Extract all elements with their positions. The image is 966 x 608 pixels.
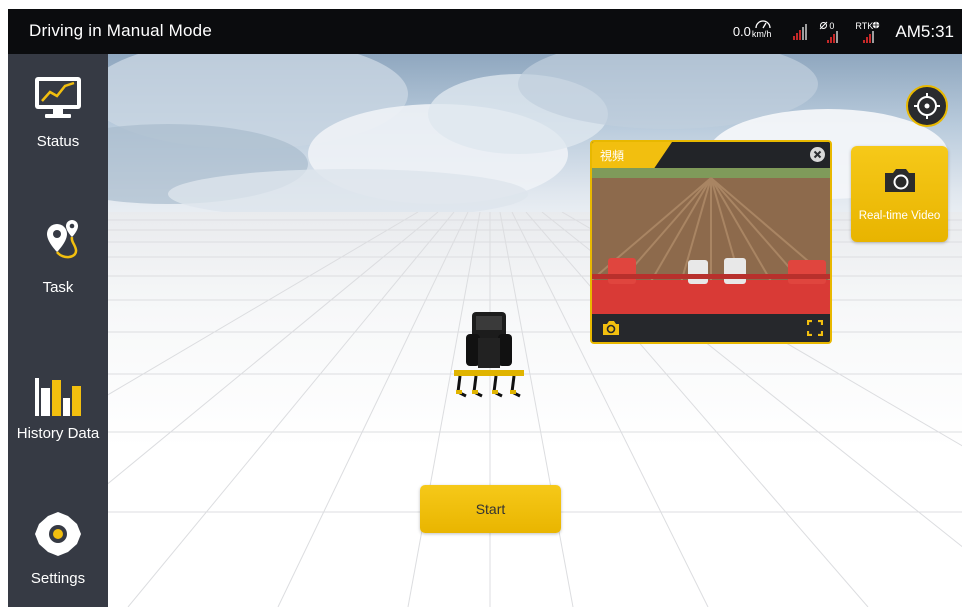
sidebar-item-status[interactable]: Status <box>8 72 108 182</box>
sidebar-item-task[interactable]: Task <box>8 216 108 326</box>
video-popup-footer <box>592 314 830 342</box>
speed-value: 0.0 <box>732 24 751 39</box>
status-bar: Driving in Manual Mode 0.0 km/h 0 RTK AM… <box>8 9 962 54</box>
realtime-video-label: Real-time Video <box>858 210 941 222</box>
video-popup: 視頻 <box>590 140 832 344</box>
rtk-signal-icon <box>863 27 875 43</box>
sidebar-item-label: Task <box>42 279 74 296</box>
video-popup-header: 視頻 <box>592 142 830 168</box>
video-feed <box>592 168 830 314</box>
tractor-model <box>454 312 524 398</box>
locate-button[interactable] <box>906 85 948 127</box>
field-video-image <box>592 168 830 314</box>
satellite-signal-icon <box>827 27 839 43</box>
sidebar-item-settings[interactable]: Settings <box>8 504 108 607</box>
satellite-indicator: 0 <box>819 19 843 45</box>
app-window: Driving in Manual Mode 0.0 km/h 0 RTK AM… <box>8 9 962 607</box>
rtk-indicator: RTK <box>855 19 880 45</box>
network-signal-icon <box>793 23 808 40</box>
bar-chart-icon <box>35 378 81 416</box>
monitor-chart-icon <box>35 77 81 118</box>
fullscreen-icon[interactable] <box>807 320 823 336</box>
close-icon[interactable] <box>810 147 825 162</box>
mode-title: Driving in Manual Mode <box>29 21 212 40</box>
status-indicators: 0.0 km/h 0 RTK AM5:31 <box>733 9 954 54</box>
camera-icon <box>885 169 915 192</box>
speed-unit: km/h <box>752 20 771 39</box>
speedometer-icon <box>755 20 771 29</box>
route-pin-icon <box>47 220 78 259</box>
video-popup-title: 視頻 <box>592 142 672 168</box>
sidebar-item-history-data[interactable]: History Data <box>8 360 108 470</box>
realtime-video-button[interactable]: Real-time Video <box>851 146 948 242</box>
speed-readout: 0.0 km/h <box>732 20 771 39</box>
map-view[interactable]: Real-time Video 視頻 Start <box>108 54 962 607</box>
sidebar: Status Task History Data Settings <box>8 54 108 607</box>
clock: AM5:31 <box>895 21 954 41</box>
sky-background <box>108 54 962 214</box>
camera-switch-icon[interactable] <box>601 320 621 336</box>
gear-icon <box>35 512 81 556</box>
clouds-image <box>108 54 948 214</box>
sidebar-item-label: Settings <box>30 570 86 587</box>
sidebar-item-label: History Data <box>16 425 100 442</box>
ground-grid <box>108 212 962 607</box>
start-button[interactable]: Start <box>420 485 561 533</box>
sidebar-item-label: Status <box>36 133 80 150</box>
crosshair-icon <box>914 93 940 119</box>
ground-plane <box>108 212 962 607</box>
